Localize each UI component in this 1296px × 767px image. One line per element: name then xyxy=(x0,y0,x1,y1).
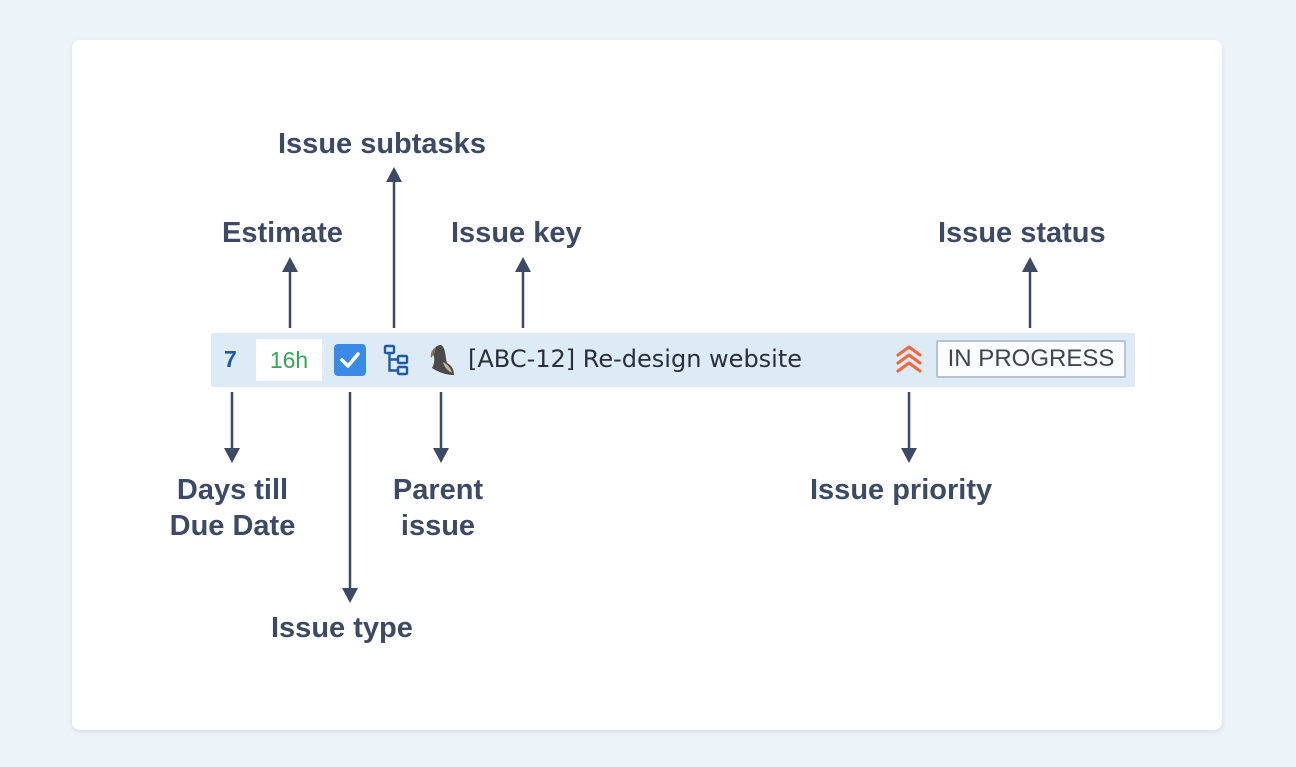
highest-priority-icon xyxy=(894,343,924,382)
label-issue-type: Issue type xyxy=(271,612,413,644)
label-issue-priority: Issue priority xyxy=(810,474,993,506)
label-parent-line1: Parent xyxy=(392,474,484,506)
label-issue-key: Issue key xyxy=(451,217,582,249)
label-days-line1: Days till xyxy=(176,474,289,506)
estimate-badge: 16h xyxy=(256,339,322,381)
label-parent-issue: Parent issue xyxy=(378,472,498,544)
checkbox-icon xyxy=(334,344,366,376)
status-badge[interactable]: IN PROGRESS xyxy=(936,340,1126,378)
parent-issue-icon xyxy=(424,342,458,383)
label-days-line2: Due Date xyxy=(169,510,296,542)
label-issue-status: Issue status xyxy=(938,217,1106,249)
label-issue-subtasks: Issue subtasks xyxy=(278,128,486,160)
days-till-due: 7 xyxy=(224,346,237,372)
label-days-till-due-date: Days till Due Date xyxy=(160,472,305,544)
issue-title[interactable]: [ABC-12] Re-design website xyxy=(468,345,802,373)
subtasks-icon xyxy=(382,343,412,382)
label-parent-line2: issue xyxy=(400,510,476,542)
label-estimate: Estimate xyxy=(222,217,343,249)
